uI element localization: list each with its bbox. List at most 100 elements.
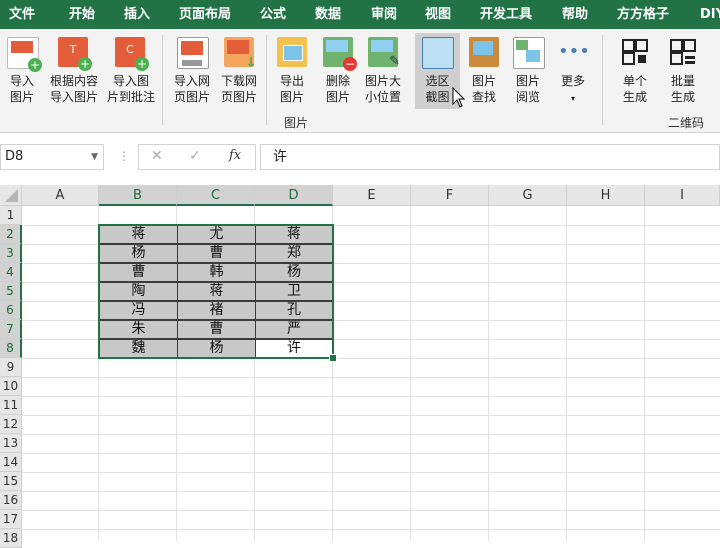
tab-diy[interactable]: DIY — [700, 0, 720, 29]
column-header-d[interactable]: D — [255, 185, 333, 206]
tab-formulas[interactable]: 公式 — [260, 0, 286, 29]
insert-function-icon[interactable]: fx — [229, 148, 241, 163]
qr-batch-label-1: 批量 — [670, 74, 695, 88]
row-header-7[interactable]: 7 — [0, 320, 22, 339]
tab-data[interactable]: 数据 — [315, 0, 341, 29]
row-header-11[interactable]: 11 — [0, 396, 22, 415]
cell-d7[interactable]: 严 — [255, 320, 333, 339]
tab-fangfang[interactable]: 方方格子 — [617, 0, 669, 29]
formula-buttons: ✕ ✓ fx — [138, 144, 256, 170]
row-header-8[interactable]: 8 — [0, 339, 22, 358]
import-by-content-label-1: 根据内容 — [49, 74, 98, 88]
cell-c6[interactable]: 褚 — [177, 301, 256, 320]
row-header-5[interactable]: 5 — [0, 282, 22, 301]
grid-line — [22, 472, 720, 473]
tab-file[interactable]: 文件 — [9, 0, 35, 29]
cell-c4[interactable]: 韩 — [177, 263, 256, 282]
import-picture-button[interactable]: + 导入 图片 — [2, 37, 42, 109]
tab-review[interactable]: 审阅 — [371, 0, 397, 29]
import-to-comment-button[interactable]: C + 导入图 片到批注 — [105, 37, 157, 109]
column-header-c[interactable]: C — [177, 185, 255, 206]
confirm-icon[interactable]: ✓ — [189, 148, 201, 164]
qr-single-button[interactable]: 单个 生成 — [612, 37, 658, 109]
column-header-a[interactable]: A — [22, 185, 99, 206]
delete-picture-label-2: 图片 — [325, 90, 350, 104]
tab-home[interactable]: 开始 — [69, 0, 95, 29]
row-header-14[interactable]: 14 — [0, 453, 22, 472]
picture-size-label-1: 图片大 — [364, 74, 401, 88]
picture-size-button[interactable]: ✎ 图片大 小位置 — [360, 37, 406, 109]
cell-c8[interactable]: 杨 — [177, 339, 256, 358]
tab-page-layout[interactable]: 页面布局 — [179, 0, 231, 29]
row-header-2[interactable]: 2 — [0, 225, 22, 244]
row-header-3[interactable]: 3 — [0, 244, 22, 263]
row-header-9[interactable]: 9 — [0, 358, 22, 377]
column-header-e[interactable]: E — [333, 185, 411, 206]
column-header-i[interactable]: I — [645, 185, 720, 206]
tab-insert[interactable]: 插入 — [124, 0, 150, 29]
cell-c7[interactable]: 曹 — [177, 320, 256, 339]
import-by-content-button[interactable]: T + 根据内容 导入图片 — [46, 37, 102, 109]
row-header-12[interactable]: 12 — [0, 415, 22, 434]
qr-batch-button[interactable]: 批量 生成 — [660, 37, 706, 109]
cell-b6[interactable]: 冯 — [99, 301, 178, 320]
name-box-value: D8 — [5, 149, 24, 164]
qr-batch-icon — [668, 37, 698, 67]
tab-help[interactable]: 帮助 — [562, 0, 588, 29]
export-picture-label-2: 图片 — [279, 90, 304, 104]
cell-b8[interactable]: 魏 — [99, 339, 178, 358]
tab-developer[interactable]: 开发工具 — [480, 0, 532, 29]
row-header-10[interactable]: 10 — [0, 377, 22, 396]
spreadsheet-grid[interactable]: A B C D E F G H I 1 2 3 4 5 6 7 8 9 10 1… — [0, 185, 720, 548]
row-header-1[interactable]: 1 — [0, 206, 22, 225]
cell-b4[interactable]: 曹 — [99, 263, 178, 282]
import-web-picture-label-2: 页图片 — [173, 90, 210, 104]
chevron-down-icon[interactable]: ▼ — [91, 145, 98, 169]
column-header-g[interactable]: G — [489, 185, 567, 206]
cell-c2[interactable]: 尤 — [177, 225, 256, 244]
cell-d6[interactable]: 孔 — [255, 301, 333, 320]
tab-view[interactable]: 视图 — [425, 0, 451, 29]
chevron-down-icon: ▾ — [570, 94, 575, 103]
cell-c5[interactable]: 蒋 — [177, 282, 256, 301]
column-header-h[interactable]: H — [567, 185, 645, 206]
import-web-picture-button[interactable]: 导入网 页图片 — [168, 37, 216, 109]
cell-b3[interactable]: 杨 — [99, 244, 178, 263]
export-picture-button[interactable]: 导出 图片 — [272, 37, 312, 109]
cell-b7[interactable]: 朱 — [99, 320, 178, 339]
cell-b5[interactable]: 陶 — [99, 282, 178, 301]
row-header-16[interactable]: 16 — [0, 491, 22, 510]
cell-d5[interactable]: 卫 — [255, 282, 333, 301]
row-header-18[interactable]: 18 — [0, 529, 22, 548]
row-header-17[interactable]: 17 — [0, 510, 22, 529]
group-label-picture: 图片 — [284, 116, 309, 130]
download-web-picture-button[interactable]: ↓ 下载网 页图片 — [216, 37, 262, 109]
delete-picture-button[interactable]: − 删除 图片 — [318, 37, 358, 109]
picture-find-button[interactable]: 图片 查找 — [464, 37, 504, 109]
row-header-15[interactable]: 15 — [0, 472, 22, 491]
cell-c3[interactable]: 曹 — [177, 244, 256, 263]
import-picture-label-1: 导入 — [9, 74, 34, 88]
cell-d3[interactable]: 郑 — [255, 244, 333, 263]
more-button[interactable]: ••• 更多 ▾ — [552, 37, 594, 109]
picture-browse-icon — [513, 37, 545, 69]
picture-find-icon — [469, 37, 499, 67]
fill-handle[interactable] — [329, 354, 337, 362]
name-box[interactable]: D8 ▼ — [0, 144, 104, 170]
row-header-6[interactable]: 6 — [0, 301, 22, 320]
cell-d4[interactable]: 杨 — [255, 263, 333, 282]
column-header-f[interactable]: F — [411, 185, 489, 206]
cell-b2[interactable]: 蒋 — [99, 225, 178, 244]
formula-bar-grip-icon: ⋮ — [118, 149, 130, 163]
grid-line — [22, 396, 720, 397]
cancel-icon[interactable]: ✕ — [151, 148, 163, 164]
row-header-13[interactable]: 13 — [0, 434, 22, 453]
formula-input[interactable]: 许 — [260, 144, 720, 170]
picture-size-label-2: 小位置 — [364, 90, 401, 104]
cell-d2[interactable]: 蒋 — [255, 225, 333, 244]
column-header-b[interactable]: B — [99, 185, 177, 206]
row-header-4[interactable]: 4 — [0, 263, 22, 282]
select-all-corner[interactable] — [0, 185, 22, 206]
cell-d8-active[interactable]: 许 — [255, 339, 333, 358]
picture-browse-button[interactable]: 图片 阅览 — [508, 37, 548, 109]
